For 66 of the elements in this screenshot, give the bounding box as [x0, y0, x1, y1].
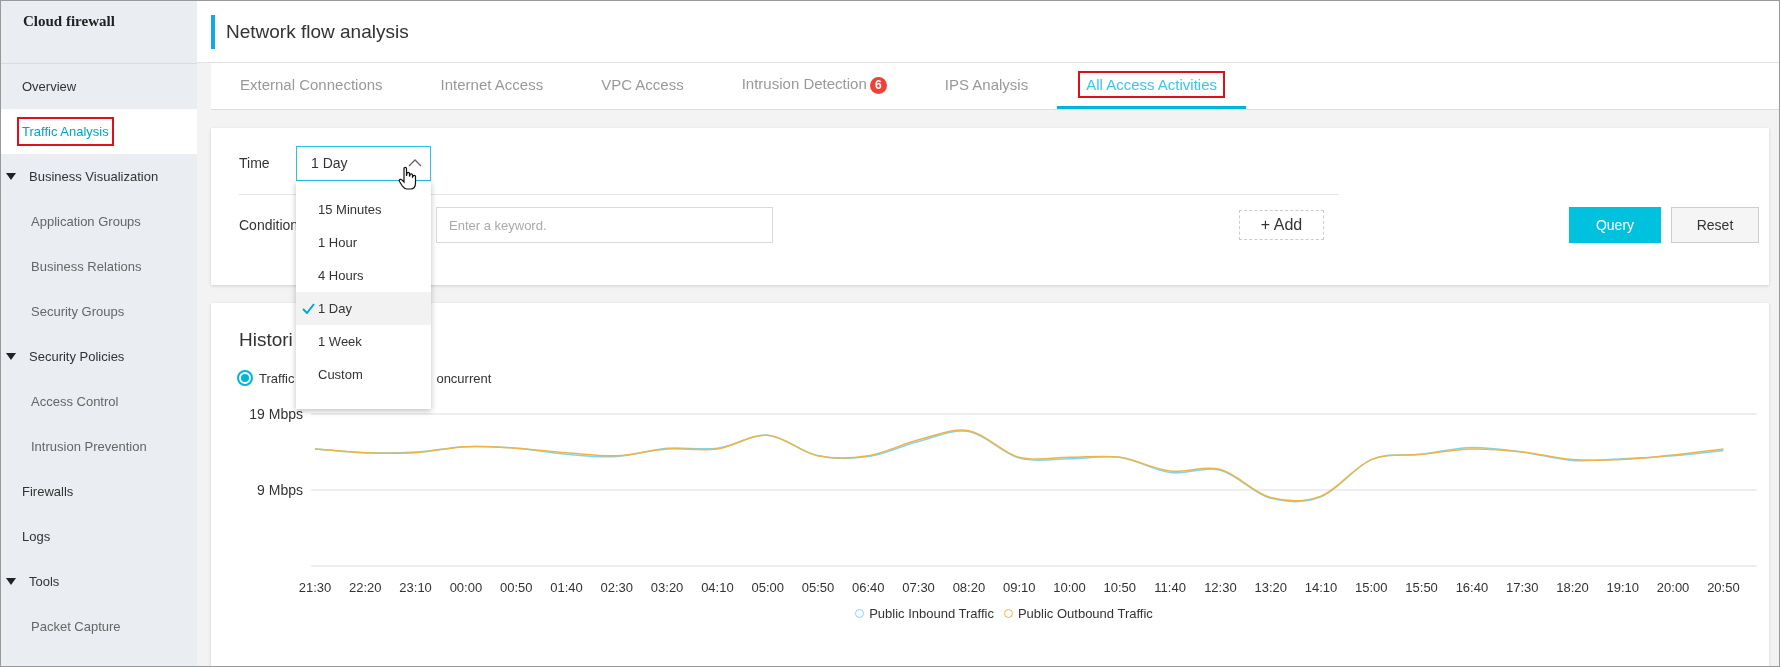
axis-label: 10:50	[1103, 580, 1137, 592]
sidebar-item[interactable]: Security Policies	[1, 334, 197, 379]
sidebar-subitem[interactable]: Access Control	[1, 379, 197, 424]
axis-label: 16:40	[1455, 580, 1489, 592]
axis-label: 12:30	[1204, 580, 1237, 592]
axis-label: 13:20	[1254, 580, 1287, 592]
radio-label: oncurrent	[436, 370, 492, 386]
legend-label: Public Outbound Traffic	[1017, 606, 1153, 621]
axis-label: 05:50	[801, 580, 835, 592]
axis-label: 09:10	[1002, 580, 1036, 592]
page-title: Network flow analysis	[226, 20, 409, 43]
axis-label: 02:30	[600, 580, 634, 592]
axis-label: 15:50	[1405, 580, 1438, 592]
sidebar-item[interactable]: Business Visualization	[1, 154, 197, 199]
axis-label: 14:10	[1304, 580, 1338, 592]
check-icon	[302, 302, 315, 314]
axis-label: 08:20	[952, 580, 986, 592]
field-label: Time	[239, 155, 271, 171]
radio-button[interactable]	[237, 370, 253, 386]
axis-label: 18:20	[1556, 580, 1589, 592]
count-badge: 6	[869, 76, 887, 94]
sidebar-subitem[interactable]: Application Groups	[1, 199, 197, 244]
axis-label: 21:30	[298, 580, 332, 592]
field-label: Condition	[239, 217, 296, 233]
section-title: Histori	[239, 329, 293, 351]
dropdown-option[interactable]: 4 Hours	[296, 258, 431, 292]
axis-label: 10:00	[1053, 580, 1086, 592]
add-button[interactable]: + Add	[1239, 210, 1324, 240]
dropdown-option[interactable]: Custom	[296, 357, 431, 391]
axis-label: 17:30	[1505, 580, 1539, 592]
axis-label: 06:40	[852, 580, 885, 592]
axis-label: 05:00	[751, 580, 784, 592]
axis-label: 04:10	[701, 580, 734, 592]
sidebar-subitem[interactable]: Security Groups	[1, 289, 197, 334]
axis-label: 03:20	[650, 580, 684, 592]
axis-label: 07:30	[902, 580, 935, 592]
dropdown-option[interactable]: 1 Day	[296, 291, 431, 325]
sidebar-subitem[interactable]: Intrusion Prevention	[1, 424, 197, 469]
axis-label: 00:50	[499, 580, 533, 592]
dropdown-option[interactable]: 15 Minutes	[296, 192, 431, 226]
axis-label: 23:10	[399, 580, 432, 592]
axis-label: 00:00	[449, 580, 483, 592]
axis-label: 19 Mbps	[249, 406, 303, 422]
reset-button[interactable]: Reset	[1671, 207, 1759, 243]
axis-label: 22:20	[349, 580, 382, 592]
dropdown-option[interactable]: 1 Week	[296, 324, 431, 358]
legend-label: Public Inbound Traffic	[869, 606, 994, 621]
axis-label: 20:50	[1707, 580, 1740, 592]
sidebar-subitem[interactable]: Business Relations	[1, 244, 197, 289]
tab[interactable]: Intrusion Detection 6	[712, 63, 916, 109]
sidebar-item[interactable]: Overview	[1, 64, 197, 109]
sidebar-subitem[interactable]: Packet Capture	[1, 604, 197, 649]
time-select[interactable]: 1 Day	[296, 145, 431, 181]
radio-label: Traffic	[259, 370, 295, 386]
axis-label: 15:00	[1355, 580, 1388, 592]
axis-label: 19:10	[1606, 580, 1640, 592]
sidebar-item[interactable]: Firewalls	[1, 469, 197, 514]
dropdown-option[interactable]: 1 Hour	[296, 225, 431, 259]
keyword-field[interactable]: Enter a keyword.	[436, 207, 773, 243]
chevron-icon	[408, 159, 422, 167]
sidebar-item[interactable]: Logs	[1, 514, 197, 559]
axis-label: 01:40	[550, 580, 583, 592]
sidebar-item[interactable]: Tools	[1, 559, 197, 604]
axis-label: 9 Mbps	[257, 482, 303, 498]
axis-label: 11:40	[1154, 580, 1186, 592]
axis-label: 20:00	[1656, 580, 1690, 592]
